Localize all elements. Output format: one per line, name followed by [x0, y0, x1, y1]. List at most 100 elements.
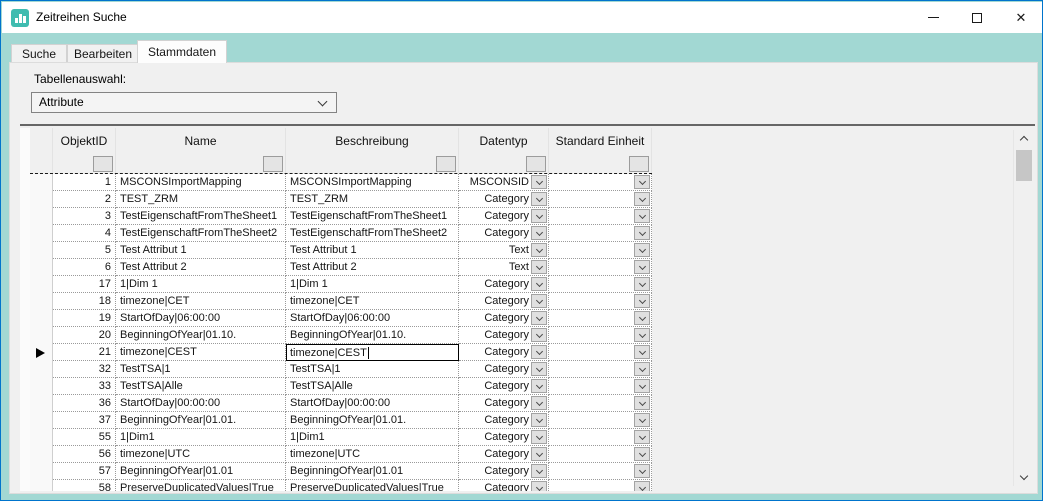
standard-einheit-dropdown-button[interactable] [634, 447, 650, 461]
cell-name[interactable]: TestEigenschaftFromTheSheet2 [116, 225, 286, 242]
standard-einheit-dropdown-button[interactable] [634, 260, 650, 274]
datentyp-dropdown-button[interactable] [531, 413, 547, 427]
cell-standard-einheit[interactable] [549, 259, 652, 276]
cell-name[interactable]: Test Attribut 1 [116, 242, 286, 259]
standard-einheit-dropdown-button[interactable] [634, 175, 650, 189]
filter-dropdown-datentyp[interactable] [526, 156, 546, 172]
cell-name[interactable]: MSCONSImportMapping [116, 174, 286, 191]
close-button[interactable]: ✕ [999, 2, 1043, 33]
cell-name[interactable]: PreserveDuplicatedValues|True [116, 480, 286, 491]
filter-dropdown-objektid[interactable] [93, 156, 113, 172]
row-header-cell[interactable] [30, 174, 53, 191]
cell-beschreibung[interactable]: PreserveDuplicatedValues|True [286, 480, 459, 491]
cell-beschreibung-editing[interactable]: timezone|CEST [286, 344, 459, 361]
row-header-cell[interactable] [30, 327, 53, 344]
cell-objektid[interactable]: 17 [53, 276, 116, 293]
cell-name[interactable]: BeginningOfYear|01.01. [116, 412, 286, 429]
cell-name[interactable]: BeginningOfYear|01.01 [116, 463, 286, 480]
row-header-cell[interactable] [30, 429, 53, 446]
standard-einheit-dropdown-button[interactable] [634, 226, 650, 240]
cell-beschreibung[interactable]: StartOfDay|00:00:00 [286, 395, 459, 412]
cell-standard-einheit[interactable] [549, 310, 652, 327]
datentyp-dropdown-button[interactable] [531, 226, 547, 240]
datentyp-dropdown-button[interactable] [531, 481, 547, 491]
cell-beschreibung[interactable]: TestTSA|Alle [286, 378, 459, 395]
datentyp-dropdown-button[interactable] [531, 311, 547, 325]
cell-name[interactable]: 1|Dim 1 [116, 276, 286, 293]
datentyp-dropdown-button[interactable] [531, 396, 547, 410]
cell-name[interactable]: StartOfDay|00:00:00 [116, 395, 286, 412]
cell-datentyp[interactable]: Category [459, 276, 549, 293]
datentyp-dropdown-button[interactable] [531, 362, 547, 376]
cell-name[interactable]: TestTSA|1 [116, 361, 286, 378]
cell-name[interactable]: TestTSA|Alle [116, 378, 286, 395]
filter-dropdown-name[interactable] [263, 156, 283, 172]
cell-standard-einheit[interactable] [549, 395, 652, 412]
cell-datentyp[interactable]: Category [459, 344, 549, 361]
standard-einheit-dropdown-button[interactable] [634, 311, 650, 325]
datentyp-dropdown-button[interactable] [531, 209, 547, 223]
cell-standard-einheit[interactable] [549, 276, 652, 293]
cell-objektid[interactable]: 3 [53, 208, 116, 225]
cell-objektid[interactable]: 58 [53, 480, 116, 491]
cell-beschreibung[interactable]: Test Attribut 1 [286, 242, 459, 259]
cell-datentyp[interactable]: Category [459, 208, 549, 225]
standard-einheit-dropdown-button[interactable] [634, 209, 650, 223]
cell-name[interactable]: timezone|UTC [116, 446, 286, 463]
row-header-cell[interactable] [30, 242, 53, 259]
row-header-cell[interactable] [30, 293, 53, 310]
cell-objektid[interactable]: 18 [53, 293, 116, 310]
cell-standard-einheit[interactable] [549, 429, 652, 446]
cell-standard-einheit[interactable] [549, 480, 652, 491]
cell-beschreibung[interactable]: TestEigenschaftFromTheSheet1 [286, 208, 459, 225]
cell-objektid[interactable]: 20 [53, 327, 116, 344]
cell-datentyp[interactable]: Category [459, 293, 549, 310]
cell-beschreibung[interactable]: BeginningOfYear|01.01. [286, 412, 459, 429]
filter-dropdown-beschreibung[interactable] [436, 156, 456, 172]
standard-einheit-dropdown-button[interactable] [634, 413, 650, 427]
standard-einheit-dropdown-button[interactable] [634, 243, 650, 257]
tab-stammdaten[interactable]: Stammdaten [137, 40, 227, 63]
table-select-combobox[interactable]: Attribute [31, 92, 337, 113]
cell-beschreibung[interactable]: TEST_ZRM [286, 191, 459, 208]
row-header-cell[interactable] [30, 361, 53, 378]
cell-beschreibung[interactable]: BeginningOfYear|01.01 [286, 463, 459, 480]
cell-standard-einheit[interactable] [549, 327, 652, 344]
cell-datentyp[interactable]: Category [459, 446, 549, 463]
cell-datentyp[interactable]: Text [459, 242, 549, 259]
cell-datentyp[interactable]: Category [459, 463, 549, 480]
datentyp-dropdown-button[interactable] [531, 447, 547, 461]
row-header-cell[interactable] [30, 208, 53, 225]
standard-einheit-dropdown-button[interactable] [634, 277, 650, 291]
cell-standard-einheit[interactable] [549, 378, 652, 395]
cell-beschreibung[interactable]: Test Attribut 2 [286, 259, 459, 276]
standard-einheit-dropdown-button[interactable] [634, 345, 650, 359]
minimize-button[interactable] [911, 2, 955, 33]
cell-objektid[interactable]: 32 [53, 361, 116, 378]
row-header-cell[interactable] [30, 344, 53, 361]
datentyp-dropdown-button[interactable] [531, 192, 547, 206]
cell-standard-einheit[interactable] [549, 361, 652, 378]
datentyp-dropdown-button[interactable] [531, 345, 547, 359]
row-header-cell[interactable] [30, 225, 53, 242]
filter-dropdown-standard-einheit[interactable] [629, 156, 649, 172]
tab-bearbeiten[interactable]: Bearbeiten [67, 44, 139, 63]
cell-datentyp[interactable]: Category [459, 361, 549, 378]
cell-datentyp[interactable]: Category [459, 429, 549, 446]
cell-datentyp[interactable]: MSCONSID [459, 174, 549, 191]
cell-datentyp[interactable]: Text [459, 259, 549, 276]
scroll-down-button[interactable] [1015, 469, 1033, 486]
cell-name[interactable]: Test Attribut 2 [116, 259, 286, 276]
cell-datentyp[interactable]: Category [459, 327, 549, 344]
standard-einheit-dropdown-button[interactable] [634, 430, 650, 444]
datentyp-dropdown-button[interactable] [531, 328, 547, 342]
cell-objektid[interactable]: 4 [53, 225, 116, 242]
cell-name[interactable]: BeginningOfYear|01.10. [116, 327, 286, 344]
cell-beschreibung[interactable]: 1|Dim 1 [286, 276, 459, 293]
scroll-up-button[interactable] [1015, 130, 1033, 147]
maximize-button[interactable] [955, 2, 999, 33]
cell-beschreibung[interactable]: TestEigenschaftFromTheSheet2 [286, 225, 459, 242]
column-header-name[interactable]: Name [116, 128, 286, 154]
datentyp-dropdown-button[interactable] [531, 243, 547, 257]
cell-name[interactable]: timezone|CET [116, 293, 286, 310]
